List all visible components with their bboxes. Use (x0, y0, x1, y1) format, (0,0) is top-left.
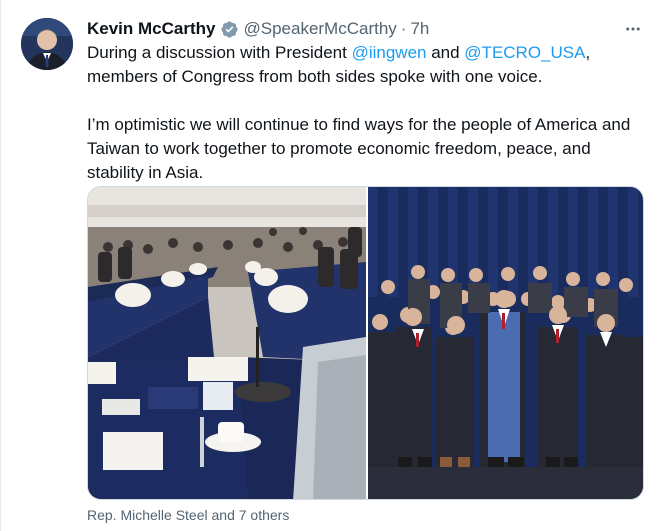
tweet-card[interactable]: Kevin McCarthy @SpeakerMcCarthy · 7h Dur… (0, 0, 659, 531)
mention-tecro-usa[interactable]: @TECRO_USA (464, 43, 585, 62)
profile-photo-icon (21, 18, 73, 70)
more-dots-icon (626, 27, 640, 31)
tweet-header: Kevin McCarthy @SpeakerMcCarthy · 7h (87, 18, 429, 40)
media-grid (87, 186, 644, 500)
tagged-users-label: Rep. Michelle Steel and 7 others (87, 507, 290, 523)
author-avatar[interactable] (21, 18, 73, 70)
author-name[interactable]: Kevin McCarthy (87, 19, 215, 39)
tweet-line-2: members of Congress from both sides spok… (87, 67, 543, 86)
separator-dot: · (400, 19, 407, 38)
group-photo[interactable] (368, 187, 643, 499)
tweet-timestamp[interactable]: 7h (410, 19, 429, 39)
tweet-paragraph-2: I’m optimistic we will continue to find … (87, 115, 631, 182)
conference-table-photo[interactable] (88, 187, 366, 499)
text-segment: , (585, 43, 591, 62)
tweet-text: During a discussion with President @iing… (87, 41, 647, 185)
tweet-line-1: During a discussion with President @iing… (87, 41, 647, 65)
text-segment: and (426, 43, 465, 62)
text-segment: During a discussion with President (87, 43, 352, 62)
mention-iingwen[interactable]: @iingwen (352, 43, 427, 62)
verified-badge-icon (221, 20, 239, 38)
conference-photo-image (88, 187, 366, 499)
author-handle[interactable]: @SpeakerMcCarthy (243, 19, 396, 39)
group-photo-image (368, 187, 643, 499)
tagged-users-link[interactable]: Rep. Michelle Steel and 7 others (87, 505, 289, 525)
more-options-button[interactable] (622, 18, 644, 40)
